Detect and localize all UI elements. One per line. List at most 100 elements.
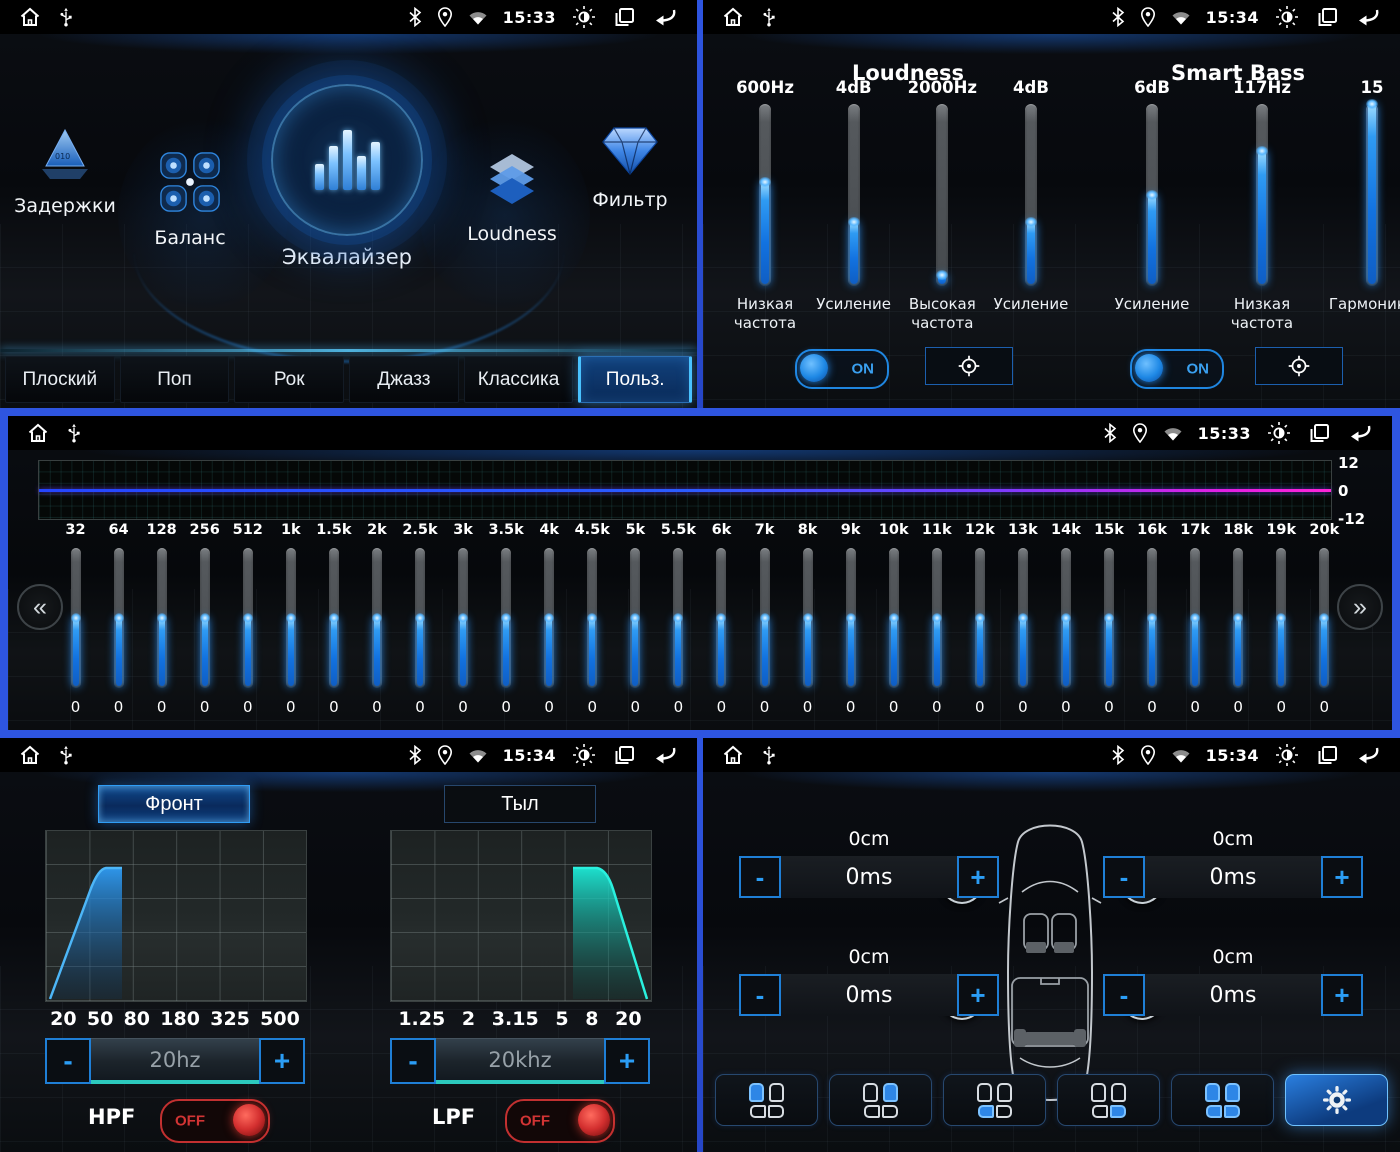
band-slider[interactable] (458, 548, 469, 688)
menu-item-equalizer[interactable]: Эквалайзер (247, 84, 447, 269)
lpf-frequency-value[interactable]: 20khz (436, 1038, 604, 1084)
band-slider[interactable] (1319, 548, 1330, 688)
band-slider[interactable] (630, 548, 641, 688)
band-slider[interactable] (70, 548, 81, 688)
preset-tab[interactable]: Рок (234, 356, 345, 403)
band-slider[interactable] (931, 548, 942, 688)
brightness-icon[interactable] (571, 4, 597, 30)
brightness-icon[interactable] (571, 742, 597, 768)
preset-tab[interactable]: Польз. (578, 356, 693, 403)
hpf-minus-button[interactable]: - (45, 1038, 91, 1084)
smart-bass-on-toggle[interactable]: ON (1130, 349, 1224, 389)
menu-item-delays[interactable]: 010 Задержки (10, 128, 120, 217)
preset-tab[interactable]: Джазз (349, 356, 459, 403)
band-slider[interactable] (1276, 548, 1287, 688)
front-right-plus-button[interactable]: + (1321, 856, 1363, 898)
position-passenger-button[interactable] (829, 1074, 932, 1126)
band-slider[interactable] (759, 548, 770, 688)
tab-front[interactable]: Фронт (98, 785, 250, 823)
back-icon[interactable] (1354, 744, 1382, 766)
smart-bass-reset-button[interactable] (1255, 347, 1343, 385)
scroll-left-button[interactable]: « (17, 584, 63, 630)
band-slider[interactable] (415, 548, 425, 688)
position-rear-right-button[interactable] (1057, 1074, 1160, 1126)
hpf-frequency-value[interactable]: 20hz (91, 1038, 259, 1084)
preset-tab[interactable]: Классика (463, 356, 574, 403)
band-slider[interactable] (1060, 548, 1071, 688)
recents-icon[interactable] (612, 743, 636, 767)
band-slider[interactable] (1104, 548, 1114, 688)
smart-bass-slider[interactable] (1366, 99, 1378, 286)
band-slider[interactable] (544, 548, 555, 688)
loudness-on-toggle[interactable]: ON (795, 349, 889, 389)
rear-left-minus-button[interactable]: - (739, 974, 781, 1016)
band-slider[interactable] (587, 548, 598, 688)
position-rear-left-button[interactable] (943, 1074, 1046, 1126)
recents-icon[interactable] (1315, 5, 1339, 29)
slider-fill (1233, 613, 1244, 686)
band-slider[interactable] (501, 548, 512, 688)
band-slider[interactable] (113, 548, 124, 688)
band-slider[interactable] (673, 548, 684, 688)
loudness-slider[interactable] (936, 104, 949, 286)
lpf-minus-button[interactable]: - (390, 1038, 436, 1084)
back-icon[interactable] (1346, 422, 1374, 444)
band-slider[interactable] (242, 548, 253, 688)
lpf-plus-button[interactable]: + (604, 1038, 650, 1084)
band-slider[interactable] (1233, 548, 1244, 688)
home-icon[interactable] (721, 743, 745, 767)
rear-right-minus-button[interactable]: - (1103, 974, 1145, 1016)
lpf-off-toggle[interactable]: OFF (505, 1099, 615, 1143)
position-driver-button[interactable] (715, 1074, 818, 1126)
eq-band: 2k 0 (363, 522, 390, 716)
menu-item-loudness[interactable]: Loudness (442, 152, 582, 245)
band-slider[interactable] (285, 548, 296, 688)
position-all-seats-button[interactable] (1171, 1074, 1274, 1126)
hpf-plus-button[interactable]: + (259, 1038, 305, 1084)
band-slider[interactable] (716, 548, 727, 688)
band-slider[interactable] (156, 548, 167, 688)
band-slider[interactable] (1017, 548, 1028, 688)
band-slider[interactable] (199, 548, 210, 688)
home-icon[interactable] (18, 743, 42, 767)
home-icon[interactable] (26, 421, 50, 445)
home-icon[interactable] (721, 5, 745, 29)
front-left-plus-button[interactable]: + (957, 856, 999, 898)
delay-settings-button[interactable] (1285, 1074, 1388, 1126)
menu-item-balance[interactable]: Баланс (128, 150, 252, 249)
front-left-minus-button[interactable]: - (739, 856, 781, 898)
band-slider[interactable] (371, 548, 382, 688)
band-slider[interactable] (328, 548, 339, 688)
front-right-minus-button[interactable]: - (1103, 856, 1145, 898)
recents-icon[interactable] (612, 5, 636, 29)
band-slider[interactable] (888, 548, 899, 688)
loudness-reset-button[interactable] (925, 347, 1013, 385)
menu-item-filter[interactable]: Фильтр (574, 124, 686, 211)
rear-right-plus-button[interactable]: + (1321, 974, 1363, 1016)
back-icon[interactable] (651, 744, 679, 766)
band-slider[interactable] (845, 548, 856, 688)
recents-icon[interactable] (1307, 421, 1331, 445)
scroll-right-button[interactable]: » (1337, 584, 1383, 630)
rear-left-plus-button[interactable]: + (957, 974, 999, 1016)
recents-icon[interactable] (1315, 743, 1339, 767)
preset-tab[interactable]: Плоский (5, 356, 115, 403)
smart-bass-slider[interactable] (1256, 104, 1268, 286)
hpf-off-toggle[interactable]: OFF (160, 1099, 270, 1143)
band-slider[interactable] (802, 548, 813, 688)
loudness-slider[interactable] (1024, 104, 1037, 286)
preset-tab[interactable]: Поп (119, 356, 230, 403)
brightness-icon[interactable] (1266, 420, 1292, 446)
tab-rear[interactable]: Тыл (444, 785, 596, 823)
back-icon[interactable] (1354, 6, 1382, 28)
smart-bass-slider[interactable] (1146, 104, 1158, 286)
band-slider[interactable] (1190, 548, 1201, 688)
back-icon[interactable] (651, 6, 679, 28)
loudness-slider[interactable] (847, 104, 860, 286)
loudness-slider[interactable] (759, 104, 771, 286)
brightness-icon[interactable] (1274, 4, 1300, 30)
band-slider[interactable] (974, 548, 985, 688)
brightness-icon[interactable] (1274, 742, 1300, 768)
band-slider[interactable] (1147, 548, 1158, 688)
home-icon[interactable] (18, 5, 42, 29)
